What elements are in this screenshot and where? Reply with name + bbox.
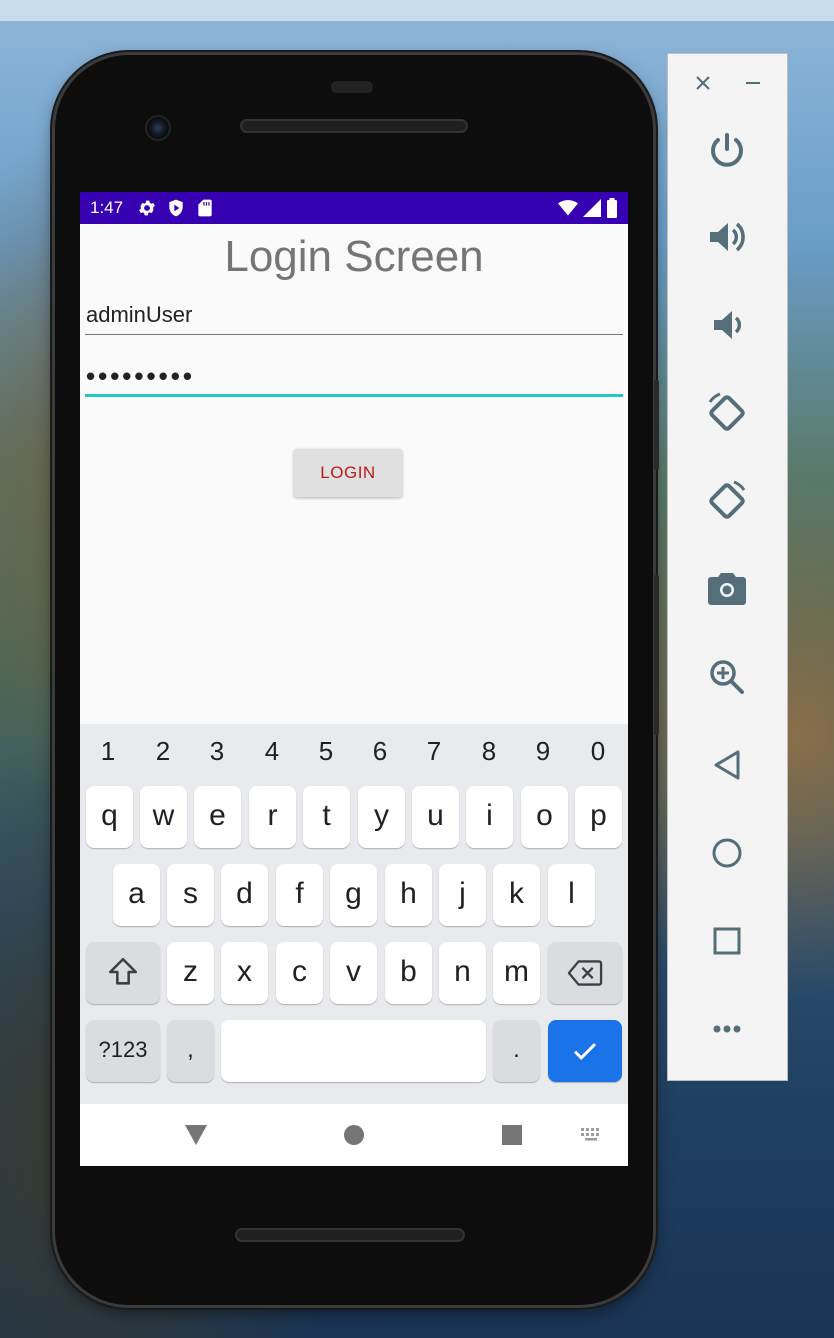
volume-side-button[interactable] (654, 575, 659, 735)
screenshot-button[interactable] (702, 564, 752, 614)
password-input[interactable]: ••••••••• (85, 357, 623, 397)
rotate-right-button[interactable] (702, 476, 752, 526)
key-o[interactable]: o (521, 786, 568, 848)
key-digit-1[interactable]: 1 (83, 736, 133, 767)
back-icon (714, 750, 740, 780)
key-v[interactable]: v (330, 942, 377, 1004)
settings-icon (139, 200, 156, 216)
key-y[interactable]: y (358, 786, 405, 848)
key-digit-9[interactable]: 9 (518, 736, 568, 767)
key-u[interactable]: u (412, 786, 459, 848)
status-time: 1:47 (90, 198, 124, 217)
emulator-toolbar (667, 53, 788, 1081)
close-icon[interactable] (694, 74, 712, 92)
key-r[interactable]: r (249, 786, 296, 848)
volume-down-button[interactable] (702, 300, 752, 350)
key-digit-2[interactable]: 2 (138, 736, 188, 767)
more-button[interactable] (702, 1004, 752, 1054)
volume-up-button[interactable] (702, 212, 752, 262)
key-g[interactable]: g (330, 864, 377, 926)
backspace-key[interactable] (548, 942, 622, 1004)
key-digit-7[interactable]: 7 (409, 736, 459, 767)
space-key[interactable] (221, 1020, 486, 1082)
keyboard-switch-icon[interactable] (581, 1128, 603, 1142)
key-digit-3[interactable]: 3 (192, 736, 242, 767)
navigation-bar (80, 1104, 628, 1166)
key-digit-4[interactable]: 4 (247, 736, 297, 767)
power-side-button[interactable] (654, 380, 659, 470)
key-l[interactable]: l (548, 864, 595, 926)
zoom-icon (710, 660, 744, 694)
key-b[interactable]: b (385, 942, 432, 1004)
volume-down-icon (714, 311, 742, 339)
key-digit-0[interactable]: 0 (573, 736, 623, 767)
key-i[interactable]: i (466, 786, 513, 848)
key-k[interactable]: k (493, 864, 540, 926)
backspace-icon (567, 960, 603, 986)
top-speaker-grille (240, 119, 468, 133)
key-d[interactable]: d (221, 864, 268, 926)
status-indicators (558, 198, 618, 218)
key-t[interactable]: t (303, 786, 350, 848)
check-icon (573, 1043, 597, 1060)
soft-keyboard: 1 2 3 4 5 6 7 8 9 0 q w e r t y u i o p … (80, 724, 628, 1104)
back-button[interactable] (702, 740, 752, 790)
key-c[interactable]: c (276, 942, 323, 1004)
key-digit-6[interactable]: 6 (355, 736, 405, 767)
phone-screen: 1:47 Login Screen adminUser ••••••••• LO… (80, 192, 628, 1166)
key-n[interactable]: n (439, 942, 486, 1004)
login-button[interactable]: LOGIN (294, 449, 402, 497)
battery-icon (607, 198, 617, 218)
key-w[interactable]: w (140, 786, 187, 848)
rotate-right-icon (709, 480, 746, 519)
home-button[interactable] (702, 828, 752, 878)
key-z[interactable]: z (167, 942, 214, 1004)
power-icon (711, 133, 743, 167)
overview-button[interactable] (702, 916, 752, 966)
enter-key[interactable] (548, 1020, 622, 1082)
key-h[interactable]: h (385, 864, 432, 926)
rotate-left-button[interactable] (702, 388, 752, 438)
wifi-icon (558, 200, 578, 216)
key-m[interactable]: m (493, 942, 540, 1004)
back-triangle-icon[interactable] (184, 1124, 208, 1146)
more-icon (713, 1025, 741, 1033)
page-title: Login Screen (224, 232, 484, 281)
home-icon (712, 838, 742, 868)
key-s[interactable]: s (167, 864, 214, 926)
zoom-button[interactable] (702, 652, 752, 702)
key-p[interactable]: p (575, 786, 622, 848)
symbols-key[interactable]: ?123 (86, 1020, 160, 1082)
volume-up-icon (710, 222, 745, 252)
status-bar: 1:47 (80, 192, 628, 224)
power-button[interactable] (702, 125, 752, 175)
key-digit-8[interactable]: 8 (464, 736, 514, 767)
cell-signal-icon (583, 199, 601, 217)
key-e[interactable]: e (194, 786, 241, 848)
front-camera (145, 115, 171, 141)
username-input[interactable]: adminUser (85, 297, 623, 335)
play-protect-icon (169, 199, 183, 217)
comma-key[interactable]: , (167, 1020, 214, 1082)
shift-icon (108, 957, 138, 985)
overview-icon (713, 927, 741, 955)
key-digit-5[interactable]: 5 (301, 736, 351, 767)
key-f[interactable]: f (276, 864, 323, 926)
key-x[interactable]: x (221, 942, 268, 1004)
camera-icon (708, 573, 746, 605)
sd-card-icon (198, 199, 212, 217)
recents-square-icon[interactable] (501, 1124, 523, 1146)
key-j[interactable]: j (439, 864, 486, 926)
key-a[interactable]: a (113, 864, 160, 926)
earpiece (331, 81, 373, 93)
shift-key[interactable] (86, 942, 160, 1004)
minimize-icon[interactable] (744, 74, 762, 92)
period-key[interactable]: . (493, 1020, 540, 1082)
home-circle-icon[interactable] (343, 1124, 365, 1146)
bottom-speaker-grille (235, 1228, 465, 1242)
key-q[interactable]: q (86, 786, 133, 848)
host-top-bar (0, 0, 834, 22)
rotate-left-icon (708, 392, 745, 431)
